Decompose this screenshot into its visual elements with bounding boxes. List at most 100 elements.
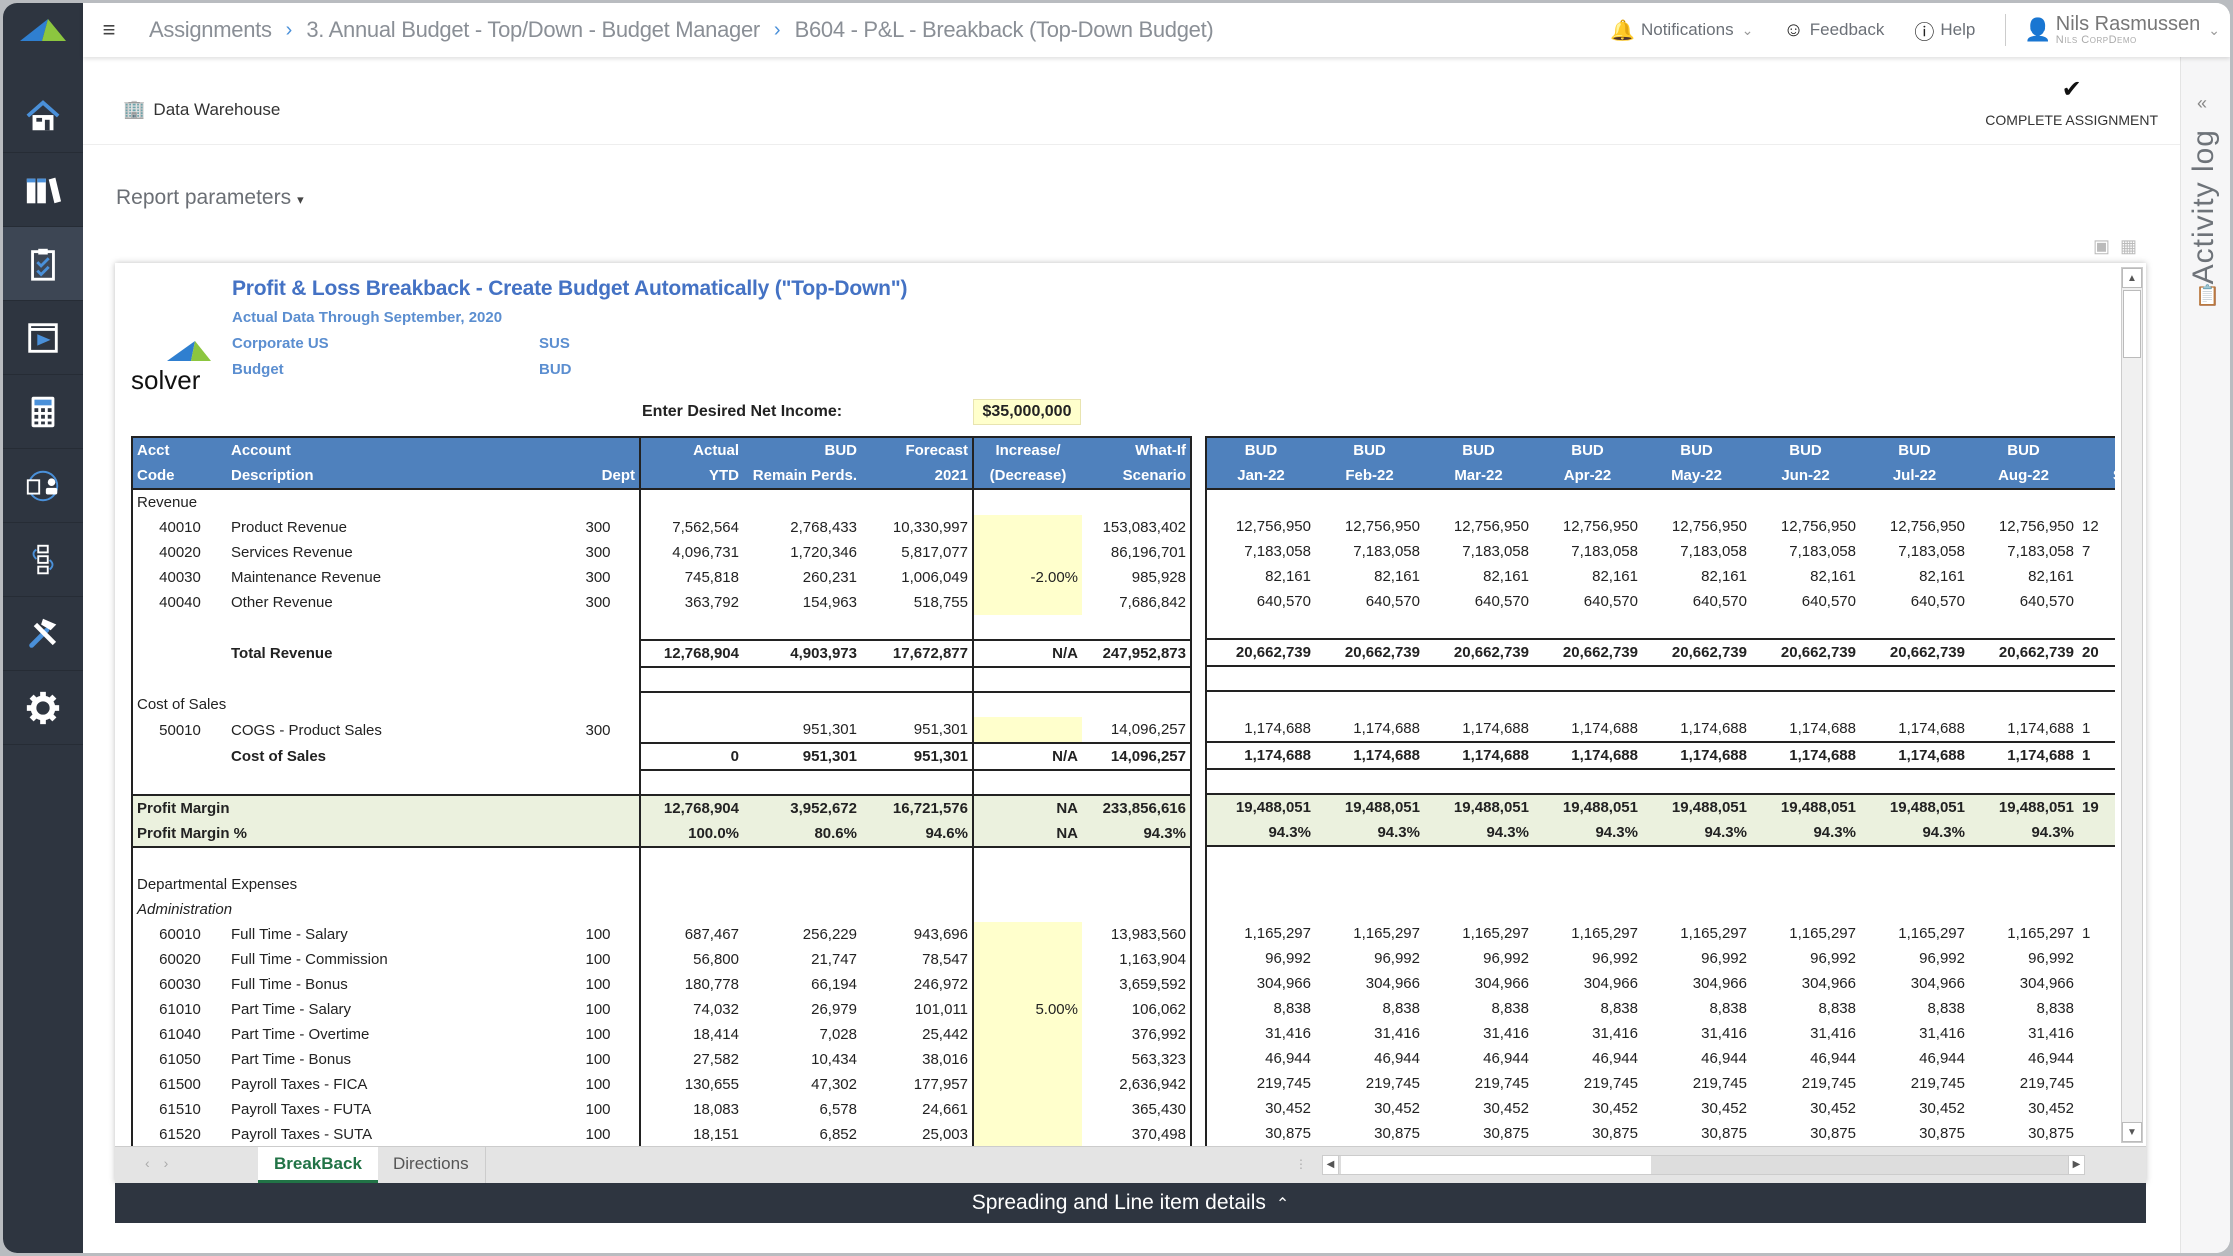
value-cell <box>639 667 743 693</box>
month-value: 94.3% <box>1751 820 1860 847</box>
vertical-scrollbar[interactable]: ▲ ▼ <box>2121 267 2143 1143</box>
increase-input[interactable] <box>972 1072 1082 1097</box>
value-cell: 25,003 <box>922 1126 968 1143</box>
sidebar-item-settings[interactable] <box>3 671 83 745</box>
month-value: 640,570 <box>1205 589 1315 614</box>
gear-icon <box>26 691 60 724</box>
value-cell: 17,672,877 <box>861 639 973 668</box>
sidebar-item-assignments[interactable] <box>3 227 83 301</box>
month-value: 7,183,058 <box>1462 543 1529 560</box>
help-button[interactable]: ⓘ Help <box>1914 16 1975 45</box>
activity-log-label[interactable]: Activity log <box>2187 129 2221 284</box>
month-value: 82,161 <box>2028 568 2074 585</box>
account-description: Part Time - Overtime <box>231 1026 370 1043</box>
month-value <box>1969 614 2078 639</box>
month-value <box>1751 769 1860 795</box>
month-value <box>2078 996 2115 1021</box>
sidebar-item-home[interactable] <box>3 79 83 153</box>
tab-directions[interactable]: Directions <box>377 1147 486 1183</box>
increase-input[interactable] <box>972 717 1082 743</box>
value-cell <box>1082 847 1192 872</box>
increase-input[interactable] <box>972 947 1082 972</box>
feedback-button[interactable]: ☺ Feedback <box>1783 19 1884 42</box>
horizontal-scrollbar[interactable]: ◀ ▶ <box>1322 1155 2085 1175</box>
sidebar-item-data-user[interactable] <box>3 449 83 523</box>
value-cell: 365,430 <box>1082 1097 1192 1122</box>
breadcrumb-budget-manager[interactable]: 3. Annual Budget - Top/Down - Budget Man… <box>306 17 760 43</box>
empty-cell <box>131 615 640 640</box>
sidebar-item-library[interactable] <box>3 153 83 227</box>
scroll-up-icon[interactable]: ▲ <box>2122 268 2142 288</box>
solver-logo[interactable] <box>3 3 83 57</box>
scroll-thumb[interactable] <box>1341 1156 1651 1174</box>
month-value: 20,662,739 <box>1860 638 1969 667</box>
notifications-button[interactable]: 🔔 Notifications ⌄ <box>1610 18 1753 43</box>
user-menu[interactable]: 👤 Nils Rasmussen Nils CorpDemo ⌄ <box>2024 14 2220 46</box>
month-header: BUD <box>1315 436 1424 463</box>
month-row <box>1205 769 2115 795</box>
month-row: 1,174,688 1,174,688 1,174,688 1,174,688 1,17… <box>1205 741 2115 770</box>
month-value <box>2078 971 2115 996</box>
increase-input[interactable] <box>972 1097 1082 1122</box>
scroll-thumb[interactable] <box>2123 290 2141 358</box>
month-value: 304,966 <box>2019 975 2074 992</box>
report-parameters-toggle[interactable]: Report parameters ▾ <box>116 186 304 210</box>
sidebar-item-workflow[interactable] <box>3 523 83 597</box>
month-value <box>1969 846 2078 871</box>
expand-icon[interactable]: ▣ <box>2093 236 2110 257</box>
month-value: 96,992 <box>2028 950 2074 967</box>
month-value: 30,875 <box>1592 1125 1638 1142</box>
month-value: 20,662,739 <box>1533 638 1642 667</box>
value-cell: 101,011 <box>914 1001 968 1018</box>
scenario-label: Budget <box>232 361 284 378</box>
increase-input[interactable] <box>972 972 1082 997</box>
increase-input[interactable] <box>972 1047 1082 1072</box>
tab-nav-arrows[interactable]: ‹› <box>145 1155 182 1171</box>
section-header: Revenue <box>131 489 640 515</box>
increase-input[interactable] <box>972 922 1082 947</box>
value-cell <box>1082 615 1192 640</box>
value-cell: 100.0% <box>639 821 743 848</box>
breadcrumb-assignments[interactable]: Assignments <box>149 17 272 43</box>
month-value: 82,161 <box>1701 568 1747 585</box>
splitter-handle[interactable]: ⋮ <box>1295 1157 1307 1171</box>
home-icon <box>26 99 60 130</box>
increase-input[interactable] <box>972 1022 1082 1047</box>
table-row: 61510 Payroll Taxes - FUTA 100 18,083 6,578 2… <box>131 1097 1192 1122</box>
table-row <box>131 615 1192 640</box>
hamburger-icon[interactable]: ≡ <box>89 17 129 43</box>
month-header: BUD <box>1751 436 1860 463</box>
sidebar-item-calculator[interactable] <box>3 375 83 449</box>
value-cell: 14,096,257 <box>1082 717 1192 743</box>
month-value: 30,452 <box>1919 1100 1965 1117</box>
month-value: 30,875 <box>1483 1125 1529 1142</box>
scroll-right-icon[interactable]: ▶ <box>2068 1156 2084 1174</box>
month-value: 82,161 <box>1374 568 1420 585</box>
increase-input[interactable] <box>972 1122 1082 1146</box>
grid-icon[interactable]: ▦ <box>2120 236 2137 257</box>
complete-assignment-button[interactable]: ✔ COMPLETE ASSIGNMENT <box>1985 75 2158 128</box>
increase-input[interactable] <box>972 515 1082 540</box>
collapse-chevron-icon[interactable]: « <box>2197 93 2207 114</box>
sidebar-item-tools[interactable] <box>3 597 83 671</box>
activity-log-icon[interactable]: 📋 <box>2195 283 2220 308</box>
month-row <box>1205 489 2115 514</box>
increase-input[interactable] <box>972 540 1082 565</box>
clipboard-check-icon <box>31 248 55 281</box>
data-warehouse-link[interactable]: 🏢 Data Warehouse <box>123 99 280 120</box>
increase-input[interactable]: -2.00% <box>972 565 1082 590</box>
month-value: 46,944 <box>1592 1050 1638 1067</box>
spreading-details-toggle[interactable]: Spreading and Line item details ⌃ <box>115 1183 2146 1223</box>
scroll-down-icon[interactable]: ▼ <box>2122 1122 2142 1142</box>
increase-input[interactable] <box>972 590 1082 615</box>
column-header: Code <box>131 463 227 490</box>
sidebar-item-reports[interactable] <box>3 301 83 375</box>
net-income-input[interactable]: $35,000,000 <box>973 399 1081 425</box>
increase-input[interactable]: 5.00% <box>972 997 1082 1022</box>
scroll-left-icon[interactable]: ◀ <box>1323 1156 1339 1174</box>
month-value: 1,174,688 <box>1462 720 1529 737</box>
value-cell <box>639 872 743 897</box>
month-row <box>1205 666 2115 692</box>
tab-breakback[interactable]: BreakBack <box>258 1147 378 1183</box>
month-value: 96,992 <box>1810 950 1856 967</box>
